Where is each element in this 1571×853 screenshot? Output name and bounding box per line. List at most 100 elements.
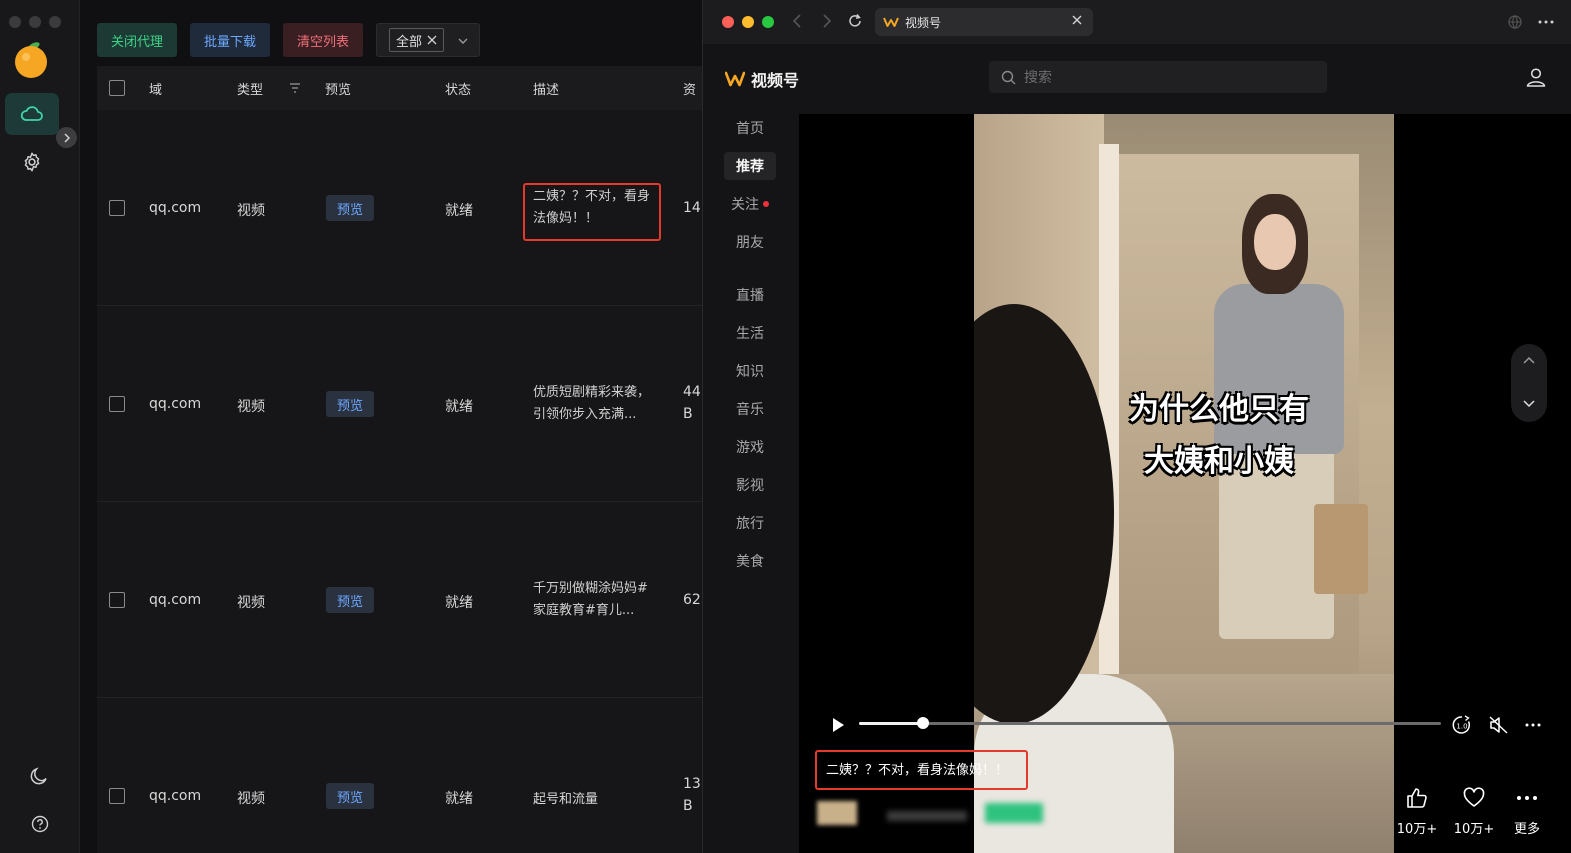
more-icon xyxy=(1517,796,1537,800)
app-sidebar xyxy=(0,0,80,853)
browser-window: 视频号 视频号 搜索 首页 推荐 关注 朋友 直播 生活 知识 音乐 游戏 影视… xyxy=(702,0,1571,853)
table-row[interactable]: qq.com 视频 预览 就绪 起号和流量 13 B xyxy=(97,698,702,853)
nav-label: 美食 xyxy=(736,554,764,570)
speed-button[interactable]: 1.0 xyxy=(1452,715,1472,735)
table-row[interactable]: qq.com 视频 预览 就绪 优质短剧精彩来袭，引领你步入充满... 44 B xyxy=(97,306,702,502)
preview-button[interactable]: 预览 xyxy=(326,391,374,417)
window-controls xyxy=(9,16,61,28)
avatar[interactable] xyxy=(817,801,857,825)
nav-item-film[interactable]: 影视 xyxy=(724,471,776,499)
row-checkbox[interactable] xyxy=(109,592,125,608)
nav-item-knowledge[interactable]: 知识 xyxy=(724,357,776,385)
like-button[interactable]: 10万+ xyxy=(1390,786,1444,837)
video-player[interactable]: 为什么他只有 大姨和小姨 1.0 二姨？？不对，看身法像妈！！ 10万+ 10万… xyxy=(799,114,1571,853)
nav-item-recommended[interactable]: 推荐 xyxy=(724,152,776,180)
nav-item-games[interactable]: 游戏 xyxy=(724,433,776,461)
help-button[interactable] xyxy=(29,813,51,835)
chevron-down-icon[interactable] xyxy=(457,35,469,47)
more-actions-button[interactable]: 更多 xyxy=(1500,786,1554,837)
nav-item-home[interactable]: 首页 xyxy=(724,114,776,142)
clear-list-button[interactable]: 清空列表 xyxy=(283,23,364,57)
nav-item-music[interactable]: 音乐 xyxy=(724,395,776,423)
chevron-up-icon[interactable] xyxy=(1523,356,1535,364)
progress-bar[interactable] xyxy=(859,717,1441,729)
preview-button[interactable]: 预览 xyxy=(326,783,374,809)
close-window-button[interactable] xyxy=(9,16,21,28)
search-icon xyxy=(1001,70,1016,84)
channels-logo-icon xyxy=(725,71,745,87)
row-checkbox[interactable] xyxy=(109,396,125,412)
close-icon[interactable] xyxy=(427,35,437,45)
table-row[interactable]: qq.com 视频 预览 就绪 千万别做糊涂妈妈#家庭教育#育儿... 62 xyxy=(97,502,702,698)
filter-tag: 全部 xyxy=(389,28,445,52)
row-type: 视频 xyxy=(237,203,265,219)
row-type: 视频 xyxy=(237,595,265,611)
playback-speed-icon: 1.0 xyxy=(1452,715,1470,734)
brand-name: 视频号 xyxy=(751,71,800,90)
back-icon[interactable] xyxy=(791,12,803,30)
theme-toggle-button[interactable] xyxy=(27,764,51,788)
batch-download-button[interactable]: 批量下载 xyxy=(190,23,271,57)
minimize-window-button[interactable] xyxy=(29,16,41,28)
zoom-window-button[interactable] xyxy=(762,16,774,28)
video-frame[interactable]: 为什么他只有 大姨和小姨 xyxy=(974,114,1394,853)
header-type: 类型 xyxy=(237,83,264,98)
reload-icon[interactable] xyxy=(847,13,863,29)
nav-item-food[interactable]: 美食 xyxy=(724,547,776,575)
nav-item-travel[interactable]: 旅行 xyxy=(724,509,776,537)
nav-item-friends[interactable]: 朋友 xyxy=(724,228,776,256)
close-tab-icon[interactable] xyxy=(1070,13,1084,27)
minimize-window-button[interactable] xyxy=(742,16,754,28)
tab-title: 视频号 xyxy=(905,15,942,30)
video-caption: 为什么他只有 大姨和小姨 xyxy=(1094,384,1344,488)
forward-icon[interactable] xyxy=(821,12,833,30)
nav-item-life[interactable]: 生活 xyxy=(724,319,776,347)
downloader-app: 关闭代理 批量下载 清空列表 全部 域 类型 预览 状态 描述 资 qq.com… xyxy=(0,0,702,853)
browser-tab[interactable]: 视频号 xyxy=(875,8,1093,36)
row-domain: qq.com xyxy=(149,396,202,412)
row-resource-unit: B xyxy=(683,798,693,814)
screen: 关闭代理 批量下载 清空列表 全部 域 类型 预览 状态 描述 资 qq.com… xyxy=(0,0,1571,853)
svg-text:1.0: 1.0 xyxy=(1456,723,1467,731)
follow-button[interactable] xyxy=(985,803,1043,823)
preview-button[interactable]: 预览 xyxy=(326,195,374,221)
play-button[interactable] xyxy=(831,717,845,733)
zoom-window-button[interactable] xyxy=(49,16,61,28)
header-domain: 域 xyxy=(149,83,163,98)
row-resource: 14 xyxy=(683,200,701,216)
preview-button[interactable]: 预览 xyxy=(326,587,374,613)
header-status: 状态 xyxy=(445,83,472,98)
close-window-button[interactable] xyxy=(722,16,734,28)
resource-table: 域 类型 预览 状态 描述 资 qq.com 视频 预览 就绪 二姨？？不对，看… xyxy=(97,66,702,853)
row-resource-unit: B xyxy=(683,406,693,422)
globe-icon[interactable] xyxy=(1508,15,1522,29)
favorite-button[interactable]: 10万+ xyxy=(1447,786,1501,837)
more-options-button[interactable] xyxy=(1525,723,1541,727)
more-icon[interactable] xyxy=(1538,20,1554,24)
progress-knob[interactable] xyxy=(917,717,930,729)
filter-icon[interactable] xyxy=(289,82,301,94)
filter-tag-label: 全部 xyxy=(396,34,423,50)
table-row[interactable]: qq.com 视频 预览 就绪 二姨？？不对，看身法像妈！！ 14 xyxy=(97,110,702,306)
row-status: 就绪 xyxy=(445,595,473,611)
search-input[interactable]: 搜索 xyxy=(989,61,1327,93)
highlight-box xyxy=(815,750,1028,790)
settings-nav-item[interactable] xyxy=(19,149,45,175)
chevron-down-icon[interactable] xyxy=(1523,400,1535,408)
select-all-checkbox[interactable] xyxy=(109,80,125,96)
nav-item-following[interactable]: 关注 xyxy=(724,190,776,218)
close-proxy-button[interactable]: 关闭代理 xyxy=(97,23,178,57)
collapse-sidebar-button[interactable] xyxy=(56,127,77,148)
author-info[interactable] xyxy=(817,797,1067,831)
row-checkbox[interactable] xyxy=(109,788,125,804)
channels-brand[interactable]: 视频号 xyxy=(725,67,799,91)
header-description: 描述 xyxy=(533,83,560,98)
proxy-nav-item[interactable] xyxy=(5,93,59,135)
nav-label: 音乐 xyxy=(736,402,764,418)
type-filter-select[interactable]: 全部 xyxy=(376,23,481,57)
nav-item-live[interactable]: 直播 xyxy=(724,281,776,309)
user-icon[interactable] xyxy=(1526,67,1546,87)
mute-button[interactable] xyxy=(1489,716,1509,734)
nav-label: 影视 xyxy=(736,478,764,494)
row-checkbox[interactable] xyxy=(109,200,125,216)
